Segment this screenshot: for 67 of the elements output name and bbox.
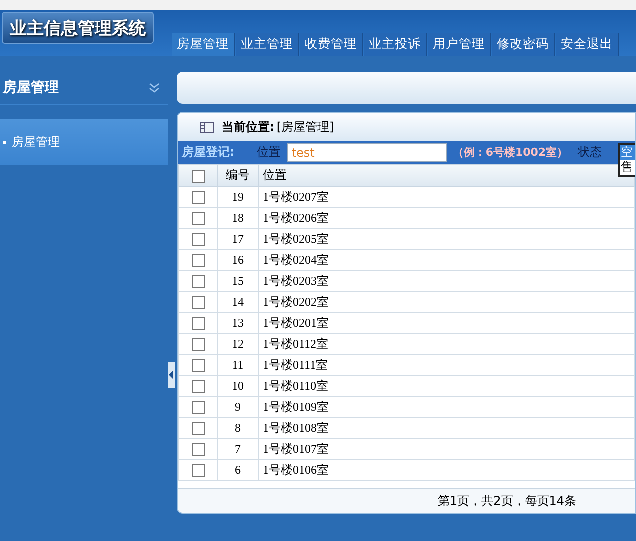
nav-tab[interactable]: 修改密码 bbox=[492, 33, 555, 56]
row-checkbox[interactable] bbox=[192, 275, 204, 288]
row-checkbox[interactable] bbox=[192, 317, 204, 330]
table-cell: 1号楼0202室 bbox=[258, 292, 634, 312]
table-cell: 13 bbox=[218, 312, 258, 334]
status-label: 状态 bbox=[578, 144, 602, 161]
row-checkbox[interactable] bbox=[192, 422, 204, 436]
sidebar-header[interactable]: 房屋管理 bbox=[0, 72, 168, 105]
collapse-icon bbox=[149, 83, 160, 93]
table-cell: 1号楼0109室 bbox=[258, 396, 634, 418]
breadcrumb-value: [房屋管理] bbox=[276, 118, 334, 136]
collapse-handle[interactable] bbox=[168, 362, 175, 388]
location-hint: （例：6号楼1002室） bbox=[452, 145, 568, 160]
table-cell: 7 bbox=[218, 438, 258, 460]
location-field[interactable]: test bbox=[286, 143, 447, 162]
table-cell: 1号楼0107室 bbox=[258, 438, 634, 460]
table-cell: 1号楼0111室 bbox=[258, 354, 634, 376]
column-header: 编号 bbox=[218, 164, 258, 186]
row-checkbox[interactable] bbox=[192, 443, 204, 456]
table-cell: 19 bbox=[218, 186, 258, 208]
row-checkbox[interactable] bbox=[192, 212, 204, 226]
row-checkbox[interactable] bbox=[192, 359, 204, 372]
nav-tab[interactable]: 业主投诉 bbox=[364, 33, 427, 56]
sidebar-item[interactable]: 房屋管理 bbox=[0, 119, 168, 165]
row-checkbox[interactable] bbox=[192, 296, 204, 310]
table-cell: 10 bbox=[218, 376, 258, 396]
table-cell: 1号楼0206室 bbox=[258, 208, 634, 228]
status-dropdown-menu[interactable]: 空 售 bbox=[618, 143, 635, 177]
table-icon bbox=[200, 122, 214, 132]
row-checkbox[interactable] bbox=[192, 401, 204, 414]
row-checkbox[interactable] bbox=[192, 338, 204, 352]
table-cell: 17 bbox=[218, 228, 258, 250]
table-cell: 1号楼0207室 bbox=[258, 186, 634, 208]
select-all-checkbox[interactable] bbox=[192, 170, 204, 183]
table-cell: 15 bbox=[218, 270, 258, 292]
row-checkbox[interactable] bbox=[192, 233, 204, 246]
table-cell: 6 bbox=[218, 460, 258, 480]
nav-tab[interactable]: 用户管理 bbox=[428, 33, 491, 56]
row-checkbox[interactable] bbox=[192, 191, 204, 204]
pagination-info: 第1页，共2页，每页14条 bbox=[438, 492, 577, 510]
table-cell: 1号楼0106室 bbox=[258, 460, 634, 480]
row-checkbox[interactable] bbox=[192, 254, 204, 268]
status-option[interactable]: 空 bbox=[620, 145, 635, 160]
location-label: 位置 bbox=[256, 144, 281, 161]
breadcrumb-label: 当前位置: bbox=[222, 118, 275, 136]
table-cell: 1号楼0108室 bbox=[258, 418, 634, 438]
search-title: 房屋登记: bbox=[182, 144, 235, 161]
table-cell: 1号楼0205室 bbox=[258, 228, 634, 250]
table-cell: 12 bbox=[218, 334, 258, 354]
table-cell: 1号楼0112室 bbox=[258, 334, 634, 354]
nav-tab[interactable]: 房屋管理 bbox=[172, 33, 235, 56]
table-cell: 8 bbox=[218, 418, 258, 438]
nav-tab[interactable]: 收费管理 bbox=[300, 33, 363, 56]
nav-tab[interactable]: 业主管理 bbox=[236, 33, 299, 56]
table-cell: 1号楼0204室 bbox=[258, 250, 634, 270]
table-cell: 18 bbox=[218, 208, 258, 228]
table-cell: 1号楼0203室 bbox=[258, 270, 634, 292]
table-cell: 1号楼0201室 bbox=[258, 312, 634, 334]
table-cell: 14 bbox=[218, 292, 258, 312]
nav-tab[interactable]: 安全退出 bbox=[556, 33, 619, 56]
row-checkbox[interactable] bbox=[192, 380, 204, 394]
row-checkbox[interactable] bbox=[192, 464, 204, 478]
table-cell: 16 bbox=[218, 250, 258, 270]
table-cell: 11 bbox=[218, 354, 258, 376]
table-cell: 1号楼0110室 bbox=[258, 376, 634, 396]
app-logo: 业主信息管理系统 bbox=[2, 12, 154, 44]
table-cell: 9 bbox=[218, 396, 258, 418]
